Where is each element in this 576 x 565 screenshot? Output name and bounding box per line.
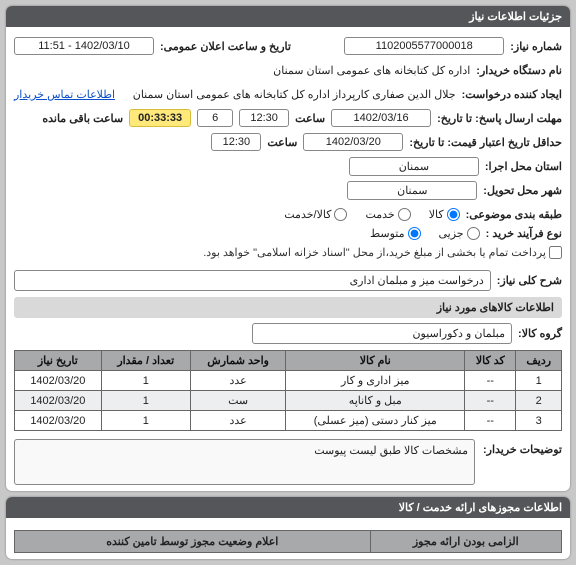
table-row[interactable]: 1 -- میز اداری و کار عدد 1 1402/03/20 (15, 371, 562, 391)
countdown-value: 00:33:33 (129, 109, 191, 127)
class-khadamat-label: خدمت (365, 208, 394, 221)
col-date: تاریخ نیاز (15, 351, 102, 371)
licenses-header: اطلاعات مجوزهای ارائه خدمت / کالا (6, 497, 570, 518)
col-row: ردیف (516, 351, 562, 371)
cell-date: 1402/03/20 (15, 371, 102, 391)
buyer-notes-label: توضیحات خریدار: (483, 439, 562, 456)
exec-province-label: استان محل اجرا: (485, 160, 562, 173)
goods-table: ردیف کد کالا نام کالا واحد شمارش تعداد /… (14, 350, 562, 431)
goods-group-label: گروه کالا: (518, 327, 562, 340)
buyer-org-value: اداره کل کتابخانه های عمومی استان سمنان (273, 64, 470, 77)
cell-code: -- (465, 411, 516, 431)
lic-col-declare: اعلام وضعیت مجوز توسط تامین کننده (15, 531, 371, 553)
licenses-table: الزامی بودن ارائه مجوز اعلام وضعیت مجوز … (14, 530, 562, 553)
contact-link[interactable]: اطلاعات تماس خریدار (14, 88, 115, 101)
class-kala-input[interactable] (447, 208, 460, 221)
requester-value: جلال الدین صفاری کارپرداز اداره کل کتابخ… (133, 88, 456, 101)
process-partial-radio[interactable]: جزیی (439, 227, 480, 240)
validity-hour-value: 12:30 (211, 133, 261, 151)
reply-date-value: 1402/03/16 (331, 109, 431, 127)
col-name: نام کالا (286, 351, 465, 371)
cell-row: 1 (516, 371, 562, 391)
need-desc-label: شرح کلی نیاز: (497, 274, 562, 287)
cell-code: -- (465, 371, 516, 391)
need-no-label: شماره نیاز: (510, 40, 562, 53)
delivery-city-label: شهر محل تحویل: (483, 184, 562, 197)
cell-row: 3 (516, 411, 562, 431)
cell-unit: عدد (190, 411, 286, 431)
reply-hour-label: ساعت (295, 112, 325, 125)
class-both-input[interactable] (334, 208, 347, 221)
cell-unit: عدد (190, 371, 286, 391)
cell-row: 2 (516, 391, 562, 411)
details-body: شماره نیاز: 1102005577000018 تاریخ و ساع… (6, 27, 570, 491)
subject-class-label: طبقه بندی موضوعی: (466, 208, 562, 221)
table-row[interactable]: 3 -- میز کنار دستی (میز عسلی) عدد 1 1402… (15, 411, 562, 431)
reply-hour-value: 12:30 (239, 109, 289, 127)
announce-date-label: تاریخ و ساعت اعلان عمومی: (160, 40, 291, 53)
class-both-label: کالا/خدمت (284, 208, 331, 221)
buy-process-label: نوع فرآیند خرید : (486, 227, 562, 240)
buyer-notes-value: مشخصات کالا طبق لیست پیوست (14, 439, 475, 485)
licenses-card: اطلاعات مجوزهای ارائه خدمت / کالا الزامی… (6, 497, 570, 559)
table-row[interactable]: 2 -- مبل و کاناپه ست 1 1402/03/20 (15, 391, 562, 411)
lic-col-needed: الزامی بودن ارائه مجوز (370, 531, 561, 553)
payment-checkbox[interactable] (549, 246, 562, 259)
cell-qty: 1 (101, 411, 190, 431)
cell-name: میز کنار دستی (میز عسلی) (286, 411, 465, 431)
cell-name: مبل و کاناپه (286, 391, 465, 411)
class-both-radio[interactable]: کالا/خدمت (284, 208, 347, 221)
col-unit: واحد شمارش (190, 351, 286, 371)
cell-qty: 1 (101, 371, 190, 391)
goods-info-header: اطلاعات کالاهای مورد نیاز (14, 297, 562, 318)
delivery-city-value: سمنان (347, 181, 477, 200)
col-code: کد کالا (465, 351, 516, 371)
need-desc-value: درخواست میز و مبلمان اداری (14, 270, 491, 291)
validity-label: حداقل تاریخ اعتبار قیمت: تا تاریخ: (409, 136, 562, 149)
process-medium-label: متوسط (370, 227, 405, 240)
cell-name: میز اداری و کار (286, 371, 465, 391)
payment-note: پرداخت تمام یا بخشی از مبلغ خرید،از محل … (203, 246, 546, 259)
details-card: جزئیات اطلاعات نیاز شماره نیاز: 11020055… (6, 6, 570, 491)
class-khadamat-radio[interactable]: خدمت (365, 208, 410, 221)
goods-group-value: مبلمان و دکوراسیون (252, 323, 512, 344)
cell-date: 1402/03/20 (15, 391, 102, 411)
exec-province-value: سمنان (349, 157, 479, 176)
reply-days-value: 6 (197, 109, 233, 127)
reply-deadline-label: مهلت ارسال پاسخ: تا تاریخ: (437, 112, 562, 125)
col-qty: تعداد / مقدار (101, 351, 190, 371)
class-kala-label: کالا (429, 208, 444, 221)
process-partial-label: جزیی (439, 227, 464, 240)
class-khadamat-input[interactable] (398, 208, 411, 221)
remaining-label: ساعت باقی مانده (42, 112, 123, 125)
licenses-body: الزامی بودن ارائه مجوز اعلام وضعیت مجوز … (6, 518, 570, 559)
process-medium-radio[interactable]: متوسط (370, 227, 421, 240)
class-kala-radio[interactable]: کالا (429, 208, 460, 221)
payment-check[interactable]: پرداخت تمام یا بخشی از مبلغ خرید،از محل … (203, 246, 562, 259)
process-partial-input[interactable] (467, 227, 480, 240)
cell-unit: ست (190, 391, 286, 411)
details-header: جزئیات اطلاعات نیاز (6, 6, 570, 27)
cell-date: 1402/03/20 (15, 411, 102, 431)
cell-code: -- (465, 391, 516, 411)
validity-hour-label: ساعت (267, 136, 297, 149)
requester-label: ایجاد کننده درخواست: (462, 88, 562, 101)
process-medium-input[interactable] (408, 227, 421, 240)
need-no-value: 1102005577000018 (344, 37, 504, 55)
buyer-org-label: نام دستگاه خریدار: (476, 64, 562, 77)
cell-qty: 1 (101, 391, 190, 411)
validity-date-value: 1402/03/20 (303, 133, 403, 151)
announce-date-value: 1402/03/10 - 11:51 (14, 37, 154, 55)
